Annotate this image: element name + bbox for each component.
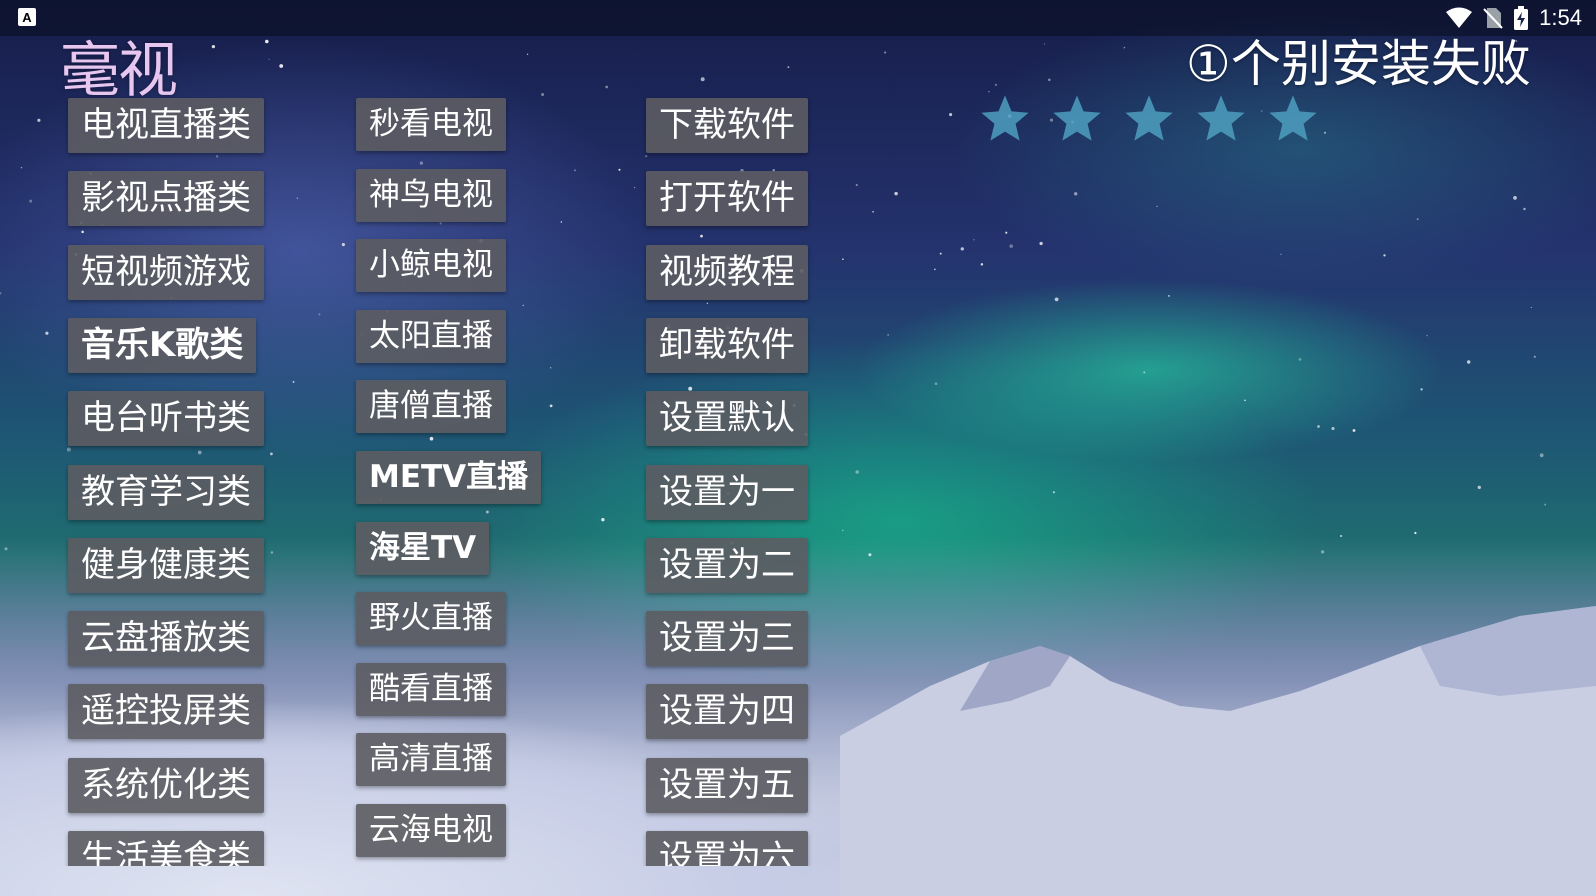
action-button-8[interactable]: 设置为三 xyxy=(646,611,808,667)
action-button-7[interactable]: 设置为二 xyxy=(646,537,808,593)
category-button-1[interactable]: 电视直播类 xyxy=(68,98,264,153)
app-button-6[interactable]: METV直播 xyxy=(356,451,542,504)
category-button-6[interactable]: 教育学习类 xyxy=(68,464,264,520)
app-button-4[interactable]: 太阳直播 xyxy=(356,309,506,363)
action-button-2[interactable]: 打开软件 xyxy=(646,171,808,227)
action-button-4[interactable]: 卸载软件 xyxy=(646,317,808,373)
app-button-1[interactable]: 秒看电视 xyxy=(356,98,506,151)
action-button-10[interactable]: 设置为五 xyxy=(646,757,808,813)
action-button-6[interactable]: 设置为一 xyxy=(646,464,808,520)
category-button-10[interactable]: 系统优化类 xyxy=(68,757,264,813)
action-button-5[interactable]: 设置默认 xyxy=(646,391,808,447)
app-button-9[interactable]: 酷看直播 xyxy=(356,662,506,716)
action-button-11[interactable]: 设置为六 xyxy=(646,831,808,866)
category-button-4[interactable]: 音乐K歌类 xyxy=(68,317,257,373)
app-button-5[interactable]: 唐僧直播 xyxy=(356,380,506,434)
category-button-8[interactable]: 云盘播放类 xyxy=(68,611,264,667)
category-button-9[interactable]: 遥控投屏类 xyxy=(68,684,264,740)
action-button-3[interactable]: 视频教程 xyxy=(646,244,808,300)
app-button-7[interactable]: 海星TV xyxy=(356,521,490,575)
category-button-2[interactable]: 影视点播类 xyxy=(68,171,264,227)
button-grid: 电视直播类影视点播类短视频游戏音乐K歌类电台听书类教育学习类健身健康类云盘播放类… xyxy=(0,0,1596,866)
app-button-2[interactable]: 神鸟电视 xyxy=(356,168,506,222)
category-button-11[interactable]: 生活美食类 xyxy=(68,831,264,866)
app-button-11[interactable]: 云海电视 xyxy=(356,804,506,857)
action-button-1[interactable]: 下载软件 xyxy=(646,98,808,153)
category-button-7[interactable]: 健身健康类 xyxy=(68,537,264,593)
category-button-5[interactable]: 电台听书类 xyxy=(68,391,264,447)
category-button-3[interactable]: 短视频游戏 xyxy=(68,244,264,300)
app-button-8[interactable]: 野火直播 xyxy=(356,592,506,646)
app-button-10[interactable]: 高清直播 xyxy=(356,733,506,787)
app-button-3[interactable]: 小鲸电视 xyxy=(356,239,506,293)
action-button-9[interactable]: 设置为四 xyxy=(646,684,808,740)
